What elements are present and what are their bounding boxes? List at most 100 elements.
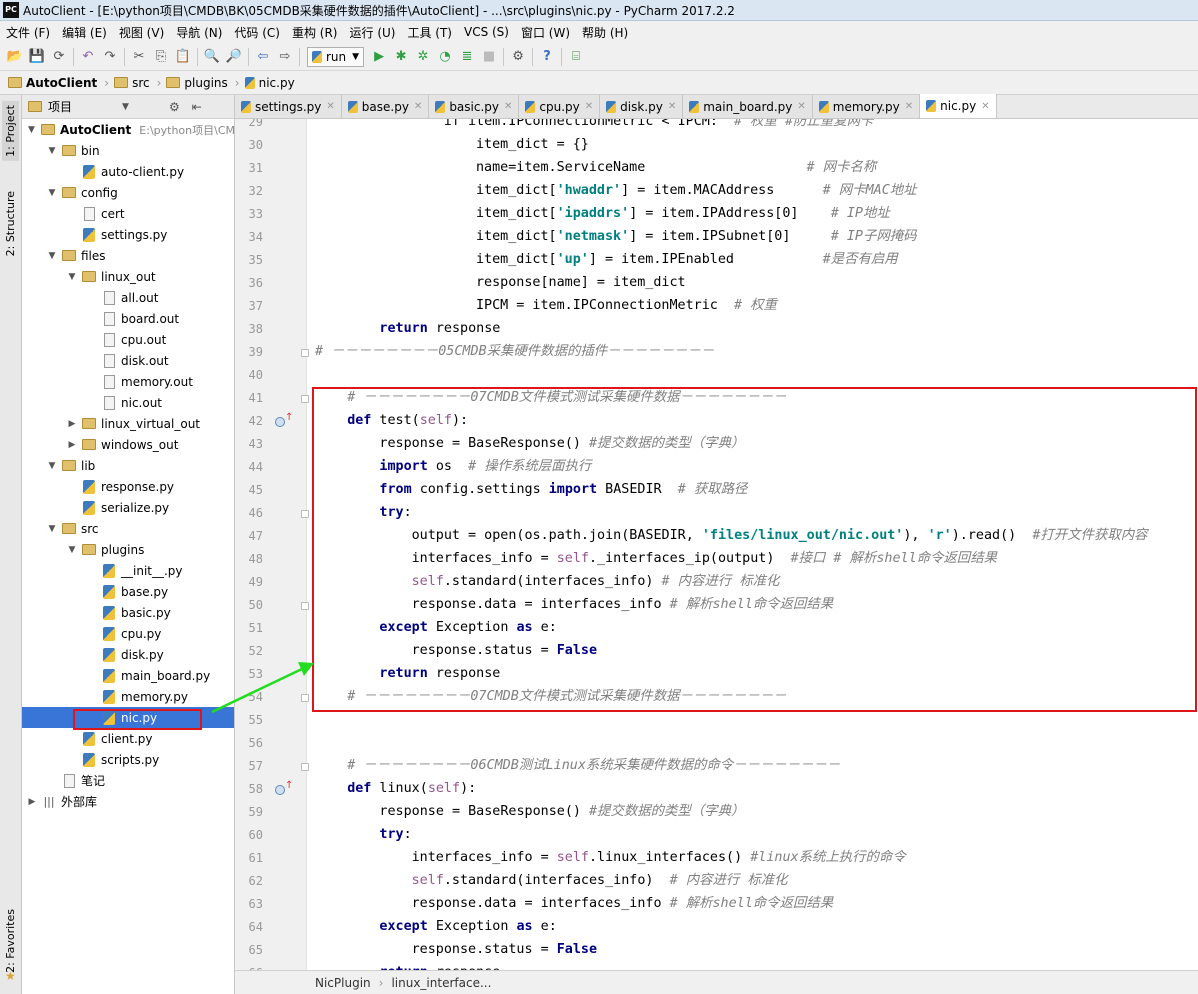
menu-item[interactable]: 窗口 (W) — [515, 24, 576, 41]
coverage-icon[interactable]: ✲ — [412, 46, 434, 68]
tree-item[interactable]: main_board.py — [22, 665, 234, 686]
replace-icon[interactable]: 🔎 — [223, 46, 245, 68]
back-icon[interactable]: ⇦ — [252, 46, 274, 68]
tree-item[interactable]: memory.out — [22, 371, 234, 392]
debug-icon[interactable]: ✱ — [390, 46, 412, 68]
menu-item[interactable]: 导航 (N) — [170, 24, 228, 41]
tab-favorites[interactable]: 2: Favorites — [2, 905, 19, 977]
tree-item[interactable]: scripts.py — [22, 749, 234, 770]
override-marker-icon[interactable] — [275, 417, 285, 427]
tree-item[interactable]: client.py — [22, 728, 234, 749]
code-line[interactable]: except Exception as e: — [379, 618, 556, 638]
code-line[interactable]: return response — [379, 319, 500, 339]
tree-item[interactable]: nic.py — [22, 707, 234, 728]
chevron-down-icon[interactable]: ▼ — [46, 461, 58, 471]
tree-item[interactable]: all.out — [22, 287, 234, 308]
code-line[interactable]: item_dict['ipaddrs'] = item.IPAddress[0]… — [476, 204, 890, 224]
tree-item[interactable]: 笔记 — [22, 770, 234, 791]
breadcrumb-item[interactable]: nic.py — [244, 76, 295, 90]
code-line[interactable]: return response — [379, 963, 500, 970]
close-icon[interactable]: ✕ — [668, 101, 676, 112]
code-line[interactable]: if item.IPConnectionMetric < IPCM: # 权重 … — [444, 119, 874, 132]
close-icon[interactable]: ✕ — [414, 101, 422, 112]
fold-marker-icon[interactable] — [301, 349, 309, 357]
tab-structure[interactable]: 2: Structure — [2, 187, 19, 260]
code-line[interactable]: item_dict['netmask'] = item.IPSubnet[0] … — [476, 227, 917, 247]
chevron-down-icon[interactable]: ▼ — [46, 524, 58, 534]
tree-item[interactable]: nic.out — [22, 392, 234, 413]
close-icon[interactable]: ✕ — [905, 101, 913, 112]
tab-project[interactable]: 1: Project — [2, 101, 19, 161]
editor-tab[interactable]: main_board.py ✕ — [683, 95, 813, 118]
code-line[interactable]: # －－－－－－－－07CMDB文件模式测试采集硬件数据－－－－－－－－ — [347, 388, 786, 408]
tree-item[interactable]: basic.py — [22, 602, 234, 623]
code-line[interactable]: from config.settings import BASEDIR # 获取… — [379, 480, 747, 500]
sync-icon[interactable]: ⟳ — [48, 46, 70, 68]
chevron-down-icon[interactable]: ▼ — [66, 272, 78, 282]
tree-item[interactable]: cert — [22, 203, 234, 224]
chevron-down-icon[interactable]: ▼ — [122, 102, 129, 112]
menu-item[interactable]: 编辑 (E) — [56, 24, 113, 41]
override-marker-icon[interactable] — [275, 785, 285, 795]
code-line[interactable]: response.data = interfaces_info # 解析shel… — [412, 595, 834, 615]
tree-item[interactable]: serialize.py — [22, 497, 234, 518]
code-line[interactable]: response = BaseResponse() #提交数据的类型（字典） — [379, 434, 744, 454]
cut-icon[interactable]: ✂ — [128, 46, 150, 68]
chevron-down-icon[interactable]: ▼ — [66, 545, 78, 555]
editor-tab[interactable]: disk.py ✕ — [600, 95, 684, 118]
tree-item[interactable]: ▼ bin — [22, 140, 234, 161]
code-line[interactable]: response[name] = item_dict — [476, 273, 686, 293]
code-line[interactable]: name=item.ServiceName # 网卡名称 — [476, 158, 876, 178]
tree-item[interactable]: ▼ AutoClient E:\python项目\CM — [22, 119, 234, 140]
code-line[interactable]: try: — [379, 825, 411, 845]
editor-tab[interactable]: nic.py ✕ — [920, 94, 997, 118]
status-class-crumb[interactable]: NicPlugin — [315, 976, 371, 990]
editor-tab[interactable]: basic.py ✕ — [429, 95, 520, 118]
stop-icon[interactable]: ■ — [478, 46, 500, 68]
breadcrumb-item[interactable]: src — [114, 76, 150, 90]
code-line[interactable]: try: — [379, 503, 411, 523]
chevron-right-icon[interactable]: ▶ — [66, 440, 78, 450]
run-config-select[interactable]: run ▼ — [307, 46, 365, 67]
menu-item[interactable]: 代码 (C) — [228, 24, 286, 41]
open-icon[interactable]: 📂 — [4, 46, 26, 68]
code-line[interactable]: self.standard(interfaces_info) # 内容进行 标准… — [412, 871, 788, 891]
fold-marker-icon[interactable] — [301, 395, 309, 403]
tree-item[interactable]: ▼ files — [22, 245, 234, 266]
chevron-down-icon[interactable]: ▼ — [46, 251, 58, 261]
menu-item[interactable]: 重构 (R) — [286, 24, 344, 41]
status-method-crumb[interactable]: linux_interface... — [391, 976, 491, 990]
code-line[interactable]: item_dict['up'] = item.IPEnabled #是否有启用 — [476, 250, 898, 270]
tree-item[interactable]: cpu.out — [22, 329, 234, 350]
collapse-icon[interactable]: ⇤ — [192, 100, 202, 114]
tree-item[interactable]: response.py — [22, 476, 234, 497]
menu-item[interactable]: 视图 (V) — [113, 24, 170, 41]
code-line[interactable]: # －－－－－－－－05CMDB采集硬件数据的插件－－－－－－－－ — [315, 342, 714, 362]
close-icon[interactable]: ✕ — [326, 101, 334, 112]
close-icon[interactable]: ✕ — [504, 101, 512, 112]
copy-icon[interactable]: ⎘ — [150, 46, 172, 68]
code-line[interactable]: def test(self): — [347, 411, 468, 431]
tree-item[interactable]: board.out — [22, 308, 234, 329]
tree-item[interactable]: ▶ windows_out — [22, 434, 234, 455]
code-line[interactable]: response = BaseResponse() #提交数据的类型（字典） — [379, 802, 744, 822]
python-console-icon[interactable]: ⌸ — [565, 46, 587, 68]
code-line[interactable]: def linux(self): — [347, 779, 476, 799]
menu-item[interactable]: 帮助 (H) — [576, 24, 634, 41]
code-line[interactable]: response.status = False — [412, 940, 597, 960]
settings-icon[interactable]: ⚙ — [507, 46, 529, 68]
code-line[interactable]: item_dict = {} — [476, 135, 589, 155]
find-icon[interactable]: 🔍 — [201, 46, 223, 68]
tree-item[interactable]: settings.py — [22, 224, 234, 245]
code-line[interactable]: IPCM = item.IPConnectionMetric # 权重 — [476, 296, 777, 316]
menu-item[interactable]: 运行 (U) — [344, 24, 402, 41]
save-icon[interactable]: 💾 — [26, 46, 48, 68]
code-line[interactable]: item_dict['hwaddr'] = item.MACAddress # … — [476, 181, 917, 201]
menu-item[interactable]: 文件 (F) — [0, 24, 56, 41]
code-line[interactable]: import os # 操作系统层面执行 — [379, 457, 591, 477]
code-line[interactable]: # －－－－－－－－07CMDB文件模式测试采集硬件数据－－－－－－－－ — [347, 687, 786, 707]
chevron-down-icon[interactable]: ▼ — [46, 146, 58, 156]
fold-marker-icon[interactable] — [301, 510, 309, 518]
tree-item[interactable]: ▼ src — [22, 518, 234, 539]
fold-marker-icon[interactable] — [301, 602, 309, 610]
